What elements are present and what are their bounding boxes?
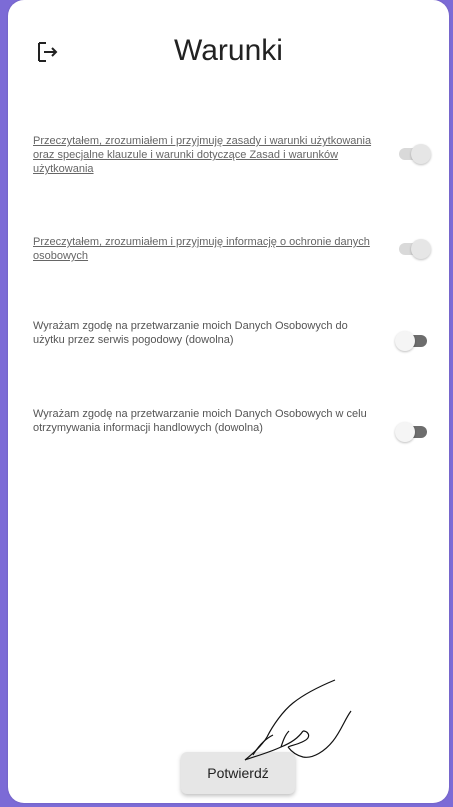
page-title: Warunki bbox=[174, 34, 283, 67]
consent-marketing-row: Wyrażam zgodę na przetwarzanie moich Dan… bbox=[33, 407, 433, 442]
consent-marketing-text: Wyrażam zgodę na przetwarzanie moich Dan… bbox=[33, 408, 367, 434]
toggle-thumb bbox=[395, 422, 415, 442]
tap-hand-icon bbox=[244, 679, 352, 761]
toggle-thumb bbox=[411, 144, 431, 164]
header: Warunki bbox=[8, 0, 449, 110]
app-frame: Warunki Przeczytałem, zrozumiałem i przy… bbox=[0, 0, 453, 807]
toggle-thumb bbox=[395, 331, 415, 351]
consent-marketing-toggle[interactable] bbox=[393, 420, 433, 444]
consent-terms-toggle[interactable] bbox=[393, 142, 433, 166]
consent-privacy-toggle[interactable] bbox=[393, 237, 433, 261]
consent-privacy-link[interactable]: Przeczytałem, zrozumiałem i przyjmuję in… bbox=[33, 235, 373, 263]
consent-weather-text: Wyrażam zgodę na przetwarzanie moich Dan… bbox=[33, 320, 348, 346]
consent-terms-link[interactable]: Przeczytałem, zrozumiałem i przyjmuję za… bbox=[33, 134, 373, 176]
consent-weather-toggle[interactable] bbox=[393, 329, 433, 353]
consent-weather-row: Wyrażam zgodę na przetwarzanie moich Dan… bbox=[33, 319, 433, 351]
terms-screen: Warunki Przeczytałem, zrozumiałem i przy… bbox=[8, 0, 449, 803]
consent-terms-row: Przeczytałem, zrozumiałem i przyjmuję za… bbox=[33, 134, 433, 176]
consent-privacy-row: Przeczytałem, zrozumiałem i przyjmuję in… bbox=[33, 235, 433, 263]
toggle-thumb bbox=[411, 239, 431, 259]
